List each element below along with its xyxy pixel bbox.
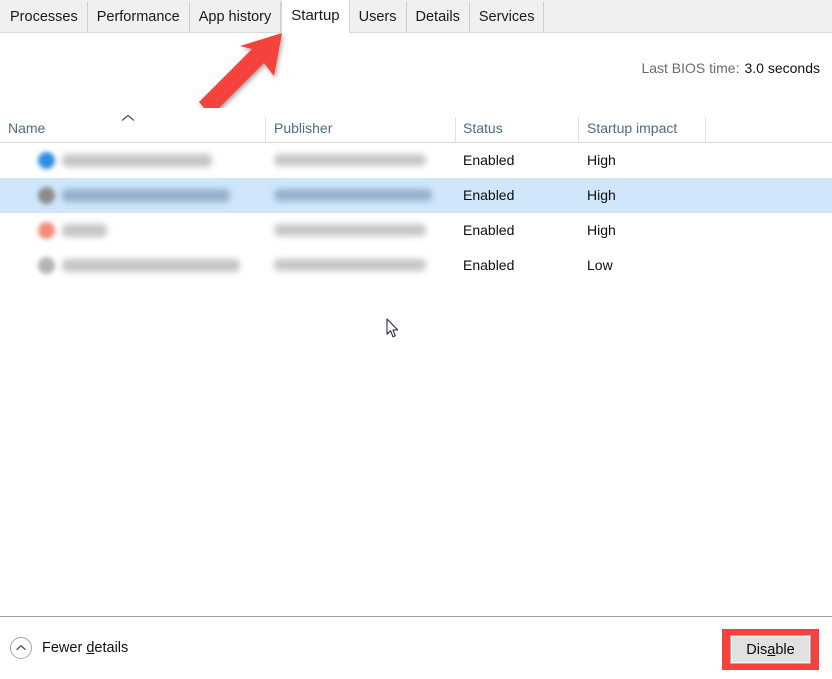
fewer-details-button[interactable]: Fewer details bbox=[10, 637, 128, 659]
tab-users[interactable]: Users bbox=[349, 1, 407, 32]
startup-impact-value: High bbox=[587, 187, 616, 203]
startup-impact-value: High bbox=[587, 222, 616, 238]
tab-details[interactable]: Details bbox=[406, 1, 470, 32]
publisher-redacted bbox=[274, 154, 426, 166]
app-name-redacted bbox=[62, 259, 240, 272]
startup-panel: Last BIOS time: 3.0 seconds Name Publishe… bbox=[0, 33, 832, 616]
app-icon bbox=[38, 222, 55, 239]
footer-bar: Fewer details Dis a ble bbox=[0, 616, 832, 679]
app-icon bbox=[38, 187, 55, 204]
table-row[interactable]: Enabled High bbox=[0, 178, 832, 213]
app-name-redacted bbox=[62, 189, 230, 202]
tab-strip: Processes Performance App history Startu… bbox=[0, 0, 832, 33]
chevron-up-circle-icon bbox=[10, 637, 32, 659]
last-bios-time: Last BIOS time: 3.0 seconds bbox=[641, 60, 820, 76]
table-row[interactable]: Enabled Low bbox=[0, 248, 832, 283]
last-bios-time-label: Last BIOS time: bbox=[641, 60, 740, 76]
tab-performance[interactable]: Performance bbox=[87, 1, 190, 32]
status-value: Enabled bbox=[463, 257, 515, 273]
tab-startup[interactable]: Startup bbox=[281, 0, 350, 33]
publisher-redacted bbox=[274, 259, 426, 271]
disable-button-highlight: Dis a ble bbox=[722, 629, 819, 670]
disable-button[interactable]: Dis a ble bbox=[730, 635, 811, 664]
tab-services[interactable]: Services bbox=[469, 1, 545, 32]
column-header-startup-impact[interactable]: Startup impact bbox=[587, 120, 677, 136]
last-bios-time-value: 3.0 seconds bbox=[744, 60, 821, 76]
app-icon bbox=[38, 152, 55, 169]
app-icon bbox=[38, 257, 55, 274]
status-value: Enabled bbox=[463, 222, 515, 238]
publisher-redacted bbox=[274, 189, 432, 201]
app-name-redacted bbox=[62, 224, 107, 237]
publisher-redacted bbox=[274, 224, 426, 236]
app-name-redacted bbox=[62, 154, 212, 167]
table-row[interactable]: Enabled High bbox=[0, 213, 832, 248]
column-header-name[interactable]: Name bbox=[8, 120, 45, 136]
table-row[interactable]: Enabled High bbox=[0, 143, 832, 178]
status-value: Enabled bbox=[463, 187, 515, 203]
column-divider-name[interactable] bbox=[265, 117, 266, 142]
fewer-details-label: Fewer details bbox=[42, 640, 129, 656]
column-header-publisher[interactable]: Publisher bbox=[274, 120, 332, 136]
startup-impact-value: Low bbox=[587, 257, 613, 273]
tab-app-history[interactable]: App history bbox=[189, 1, 282, 32]
table-header-row: Name Publisher Status Startup impact bbox=[0, 109, 832, 143]
column-divider-publisher[interactable] bbox=[455, 117, 456, 142]
column-divider-status[interactable] bbox=[578, 117, 579, 142]
tab-processes[interactable]: Processes bbox=[0, 1, 88, 32]
startup-table: Name Publisher Status Startup impact Ena… bbox=[0, 109, 832, 283]
sort-ascending-icon bbox=[121, 114, 135, 121]
column-header-status[interactable]: Status bbox=[463, 120, 503, 136]
status-value: Enabled bbox=[463, 152, 515, 168]
column-divider-impact[interactable] bbox=[705, 117, 706, 142]
startup-impact-value: High bbox=[587, 152, 616, 168]
